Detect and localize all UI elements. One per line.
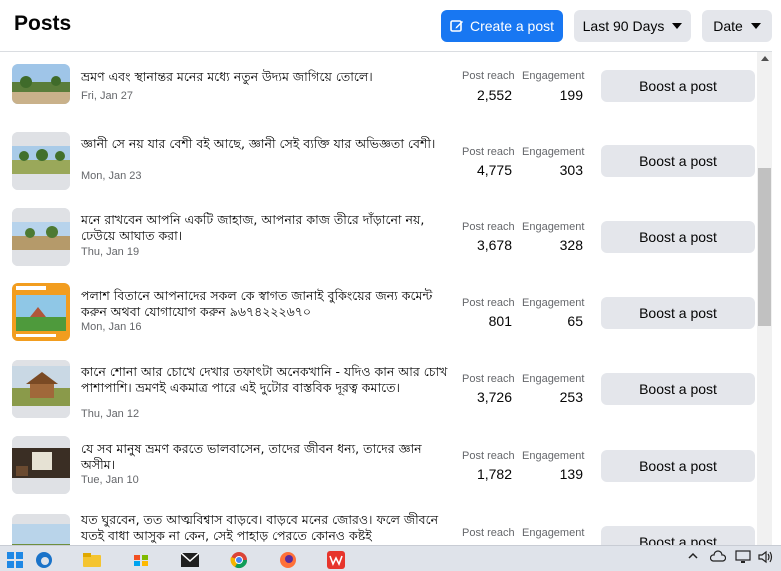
post-row[interactable]: কানে শোনা আর চোখে দেখার তফাৎটা অনেকখানি …: [0, 358, 757, 434]
post-text[interactable]: কানে শোনা আর চোখে দেখার তফাৎটা অনেকখানি …: [81, 364, 453, 396]
boost-post-button[interactable]: Boost a post: [601, 221, 755, 253]
engagement-label: Engagement: [522, 221, 585, 233]
post-reach-value: 1,782: [476, 466, 512, 482]
post-text[interactable]: ভ্রমণ এবং স্থানান্তর মনের মধ্যে নতুন উদ্…: [81, 69, 453, 85]
edit-icon: [450, 20, 463, 32]
post-thumbnail[interactable]: [12, 283, 70, 341]
engagement-label: Engagement: [522, 146, 585, 158]
date-range-dropdown[interactable]: Last 90 Days: [574, 10, 691, 42]
post-date: Mon, Jan 16: [81, 321, 142, 333]
boost-post-button[interactable]: Boost a post: [601, 145, 755, 177]
landscape-photo-icon: [12, 208, 70, 266]
create-post-button[interactable]: Create a post: [441, 10, 563, 42]
network-icon[interactable]: [735, 550, 751, 568]
post-reach-label: Post reach: [462, 527, 515, 539]
boost-post-button[interactable]: Boost a post: [601, 373, 755, 405]
post-text[interactable]: মনে রাখবেন আপনি একটি জাহাজ, আপনার কাজ তী…: [81, 212, 453, 244]
landscape-photo-icon: [12, 64, 70, 104]
boost-post-button[interactable]: Boost a post: [601, 526, 755, 545]
onedrive-icon[interactable]: [709, 550, 727, 566]
post-reach-label: Post reach: [462, 450, 515, 462]
post-reach-value: 4,775: [476, 162, 512, 178]
landscape-photo-icon: [12, 132, 70, 190]
boost-post-button[interactable]: Boost a post: [601, 450, 755, 482]
post-reach-label: Post reach: [462, 146, 515, 158]
engagement-value: 139: [559, 466, 583, 482]
chrome-icon[interactable]: [229, 550, 249, 570]
landscape-photo-icon: [12, 514, 70, 545]
sort-label: Date: [713, 18, 743, 34]
post-thumbnail[interactable]: [12, 64, 70, 104]
post-reach-value: 801: [488, 313, 512, 329]
page-title: Posts: [14, 12, 72, 35]
post-row[interactable]: জ্ঞানী সে নয় যার বেশী বই আছে, জ্ঞানী সে…: [0, 130, 757, 206]
date-range-label: Last 90 Days: [582, 18, 665, 34]
post-date: Tue, Jan 10: [81, 474, 139, 486]
taskbar: [0, 545, 781, 571]
engagement-label: Engagement: [522, 297, 585, 309]
microsoft-store-icon[interactable]: [131, 550, 151, 570]
post-reach-value: 3,726: [476, 389, 512, 405]
post-date: Thu, Jan 19: [81, 246, 140, 258]
engagement-value: 253: [559, 389, 583, 405]
post-date: Mon, Jan 23: [81, 170, 142, 182]
chevron-up-icon[interactable]: [687, 550, 699, 566]
file-explorer-icon[interactable]: [82, 550, 102, 570]
windows-start-icon[interactable]: [5, 550, 25, 570]
scrollbar-thumb[interactable]: [758, 168, 771, 326]
engagement-label: Engagement: [522, 450, 585, 462]
post-row[interactable]: ভ্রমণ এবং স্থানান্তর মনের মধ্যে নতুন উদ্…: [0, 56, 757, 132]
boost-post-button[interactable]: Boost a post: [601, 70, 755, 102]
post-row[interactable]: যত ঘুরবেন, তত আত্মবিশ্বাস বাড়বে। বাড়বে…: [0, 512, 757, 545]
scroll-up-arrow-icon[interactable]: [761, 56, 769, 61]
post-reach-value: 3,678: [476, 237, 512, 253]
post-date: Thu, Jan 12: [81, 408, 140, 420]
post-text[interactable]: জ্ঞানী সে নয় যার বেশী বই আছে, জ্ঞানী সে…: [81, 136, 453, 152]
post-thumbnail[interactable]: [12, 360, 70, 418]
wps-office-icon[interactable]: [326, 550, 346, 570]
post-list: ভ্রমণ এবং স্থানান্তর মনের মধ্যে নতুন উদ্…: [0, 52, 757, 545]
engagement-label: Engagement: [522, 373, 585, 385]
edge-browser-icon[interactable]: [34, 550, 54, 570]
post-text[interactable]: পলাশ বিতানে আপনাদের সকল কে স্বাগত জানাই …: [81, 288, 453, 320]
engagement-value: 65: [567, 313, 583, 329]
caret-down-icon: [672, 23, 683, 29]
resort-poster-icon: [12, 283, 70, 341]
post-text[interactable]: যে সব মানুষ ভ্রমণ করতে ভালবাসেন, তাদের জ…: [81, 441, 453, 473]
post-reach-label: Post reach: [462, 373, 515, 385]
sort-dropdown[interactable]: Date: [702, 10, 772, 42]
post-reach-label: Post reach: [462, 297, 515, 309]
post-row[interactable]: যে সব মানুষ ভ্রমণ করতে ভালবাসেন, তাদের জ…: [0, 435, 757, 511]
post-reach-label: Post reach: [462, 70, 515, 82]
engagement-value: 303: [559, 162, 583, 178]
speaker-icon[interactable]: [758, 550, 774, 568]
engagement-value: 199: [559, 87, 583, 103]
cottage-photo-icon: [12, 360, 70, 418]
mail-icon[interactable]: [180, 550, 200, 570]
engagement-label: Engagement: [522, 527, 585, 539]
post-thumbnail[interactable]: [12, 208, 70, 266]
caret-down-icon: [750, 23, 761, 29]
engagement-label: Engagement: [522, 70, 585, 82]
post-reach-label: Post reach: [462, 221, 515, 233]
post-row[interactable]: পলাশ বিতানে আপনাদের সকল কে স্বাগত জানাই …: [0, 282, 757, 358]
scrollbar[interactable]: [757, 52, 772, 545]
post-text[interactable]: যত ঘুরবেন, তত আত্মবিশ্বাস বাড়বে। বাড়বে…: [81, 512, 453, 544]
posts-header: Posts Create a post Last 90 Days Date: [0, 0, 772, 52]
post-reach-value: 2,552: [476, 87, 512, 103]
post-date: Fri, Jan 27: [81, 90, 133, 102]
engagement-value: 328: [559, 237, 583, 253]
room-photo-icon: [12, 436, 70, 494]
post-thumbnail[interactable]: [12, 514, 70, 545]
post-thumbnail[interactable]: [12, 436, 70, 494]
create-post-label: Create a post: [469, 18, 555, 34]
firefox-icon[interactable]: [278, 550, 298, 570]
post-row[interactable]: মনে রাখবেন আপনি একটি জাহাজ, আপনার কাজ তী…: [0, 206, 757, 282]
post-thumbnail[interactable]: [12, 132, 70, 190]
boost-post-button[interactable]: Boost a post: [601, 297, 755, 329]
